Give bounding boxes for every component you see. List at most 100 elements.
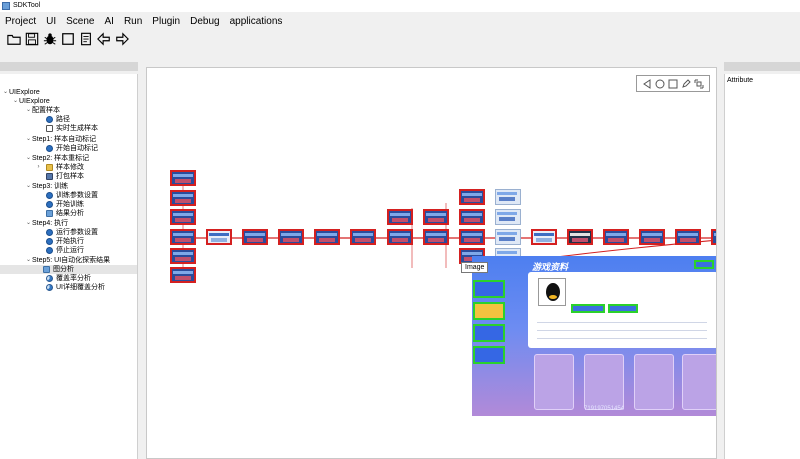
tree-step1[interactable]: ⌄ Step1: 样本自动标记 (25, 135, 96, 144)
graph-node[interactable] (170, 229, 196, 245)
tree-root[interactable]: ⌄ UIExplore (2, 88, 40, 97)
graph-node[interactable] (495, 229, 521, 245)
graph-node[interactable] (495, 189, 521, 205)
preview-highlight-box (608, 304, 638, 313)
menu-run[interactable]: Run (119, 16, 147, 27)
graph-node[interactable] (567, 229, 593, 245)
tree-item-label: 开始自动标记 (56, 145, 98, 152)
graph-node[interactable] (170, 267, 196, 283)
graph-node[interactable] (531, 229, 557, 245)
graph-node[interactable] (350, 229, 376, 245)
open-folder-icon[interactable] (6, 31, 22, 47)
tree-item-start-train[interactable]: 开始训练 (46, 200, 84, 209)
tree-item-auto-label[interactable]: 开始自动标记 (46, 144, 98, 153)
tree-step3[interactable]: ⌄ Step3: 训练 (25, 182, 68, 191)
tree-step1-label: Step1: 样本自动标记 (32, 136, 97, 143)
image-preview: 游戏资料 719197051454 (472, 256, 716, 416)
expand-arrow-icon[interactable]: ⌄ (2, 88, 9, 97)
tree-root-label: UIExplore (9, 89, 40, 96)
save-icon[interactable] (24, 31, 40, 47)
menu-scene[interactable]: Scene (61, 16, 99, 27)
menu-applications[interactable]: applications (225, 16, 288, 27)
tree-item-coverage-analysis[interactable]: 覆盖率分析 (46, 274, 91, 283)
graph-node[interactable] (387, 209, 413, 225)
graph-node[interactable] (387, 229, 413, 245)
graph-node[interactable] (459, 209, 485, 225)
tree-step4[interactable]: ⌄ Step4: 执行 (25, 219, 68, 228)
graph-node[interactable] (603, 229, 629, 245)
tree-item-pack-sample[interactable]: 打包样本 (46, 172, 84, 181)
tree-item-label: 开始训练 (56, 201, 84, 208)
collapse-arrow-icon[interactable]: › (35, 163, 42, 172)
tree-item-train-params[interactable]: 训练参数设置 (46, 191, 98, 200)
graph-node[interactable] (278, 229, 304, 245)
tree-step2-label: Step2: 样本重标记 (32, 155, 90, 162)
graph-node[interactable] (423, 209, 449, 225)
graph-node[interactable] (242, 229, 268, 245)
expand-arrow-icon[interactable]: ⌄ (25, 219, 32, 228)
tree-step2[interactable]: ⌄ Step2: 样本重标记 (25, 154, 89, 163)
tree-item-realtime-sample[interactable]: 实时生成样本 (46, 124, 98, 133)
preview-highlight-box (473, 346, 505, 364)
tree-step4-label: Step4: 执行 (32, 220, 69, 227)
tree-item-run-params[interactable]: 运行参数设置 (46, 228, 98, 237)
graph-node[interactable] (170, 248, 196, 264)
menu-project[interactable]: Project (0, 16, 41, 27)
expand-arrow-icon[interactable]: ⌄ (25, 256, 32, 265)
menu-ai[interactable]: AI (99, 16, 118, 27)
tree-item-label: 样本修改 (56, 164, 84, 171)
stop-icon (46, 247, 53, 254)
tree-item-path[interactable]: 路径 (46, 115, 70, 124)
graph-node[interactable] (675, 229, 701, 245)
graph-node[interactable] (639, 229, 665, 245)
tree-config[interactable]: ⌄ 配置样本 (25, 106, 60, 115)
tree-item-graph-analysis[interactable]: 图分析 (0, 265, 137, 274)
right-panel-header (724, 62, 800, 71)
graph-node[interactable] (711, 229, 716, 245)
forward-arrow-icon[interactable] (114, 31, 130, 47)
preview-highlight-box (473, 302, 505, 320)
tree-step5[interactable]: ⌄ Step5: UI自动化探索结果 (25, 256, 110, 265)
graph-canvas[interactable]: Image 游戏资料 719197051454 (146, 67, 717, 459)
document-icon[interactable] (78, 31, 94, 47)
menu-debug[interactable]: Debug (185, 16, 224, 27)
graph-node[interactable] (170, 209, 196, 225)
preview-highlight-box (473, 324, 505, 342)
chart-icon (46, 210, 53, 217)
graph-node[interactable] (459, 229, 485, 245)
expand-arrow-icon[interactable]: ⌄ (25, 154, 32, 163)
graph-node[interactable] (495, 209, 521, 225)
menu-ui[interactable]: UI (41, 16, 61, 27)
expand-arrow-icon[interactable]: ⌄ (12, 97, 19, 106)
graph-node[interactable] (423, 229, 449, 245)
graph-node[interactable] (206, 229, 232, 245)
graph-node[interactable] (459, 189, 485, 205)
tree-item-sample-edit[interactable]: › 样本修改 (35, 163, 84, 172)
graph-node[interactable] (170, 190, 196, 206)
attribute-panel: Attribute (724, 74, 800, 459)
attribute-title: Attribute (727, 77, 754, 84)
menu-plugin[interactable]: Plugin (147, 16, 185, 27)
tree-item-stop-run[interactable]: 停止运行 (46, 246, 84, 255)
gear-icon (46, 145, 53, 152)
tree-uiexplore[interactable]: ⌄ UIExplore (12, 97, 50, 106)
back-arrow-icon[interactable] (96, 31, 112, 47)
divider (537, 338, 707, 339)
graph-node[interactable] (170, 170, 196, 186)
tree-item-start-run[interactable]: 开始执行 (46, 237, 84, 246)
tree-item-label: 打包样本 (56, 173, 84, 180)
title-bar: SDKTool (0, 0, 800, 12)
gear-icon (46, 192, 53, 199)
expand-arrow-icon[interactable]: ⌄ (25, 135, 32, 144)
expand-arrow-icon[interactable]: ⌄ (25, 106, 32, 115)
divider (537, 322, 707, 323)
bug-icon[interactable] (42, 31, 58, 47)
expand-arrow-icon[interactable]: ⌄ (25, 182, 32, 191)
tree-item-result-analysis[interactable]: 结果分析 (46, 209, 84, 218)
divider (537, 330, 707, 331)
stop-square-icon[interactable] (60, 31, 76, 47)
tree-item-ui-coverage-detail[interactable]: UI详细覆盖分析 (46, 283, 105, 292)
graph-node[interactable] (314, 229, 340, 245)
preview-slot (584, 354, 624, 410)
tree-item-label: 开始执行 (56, 238, 84, 245)
